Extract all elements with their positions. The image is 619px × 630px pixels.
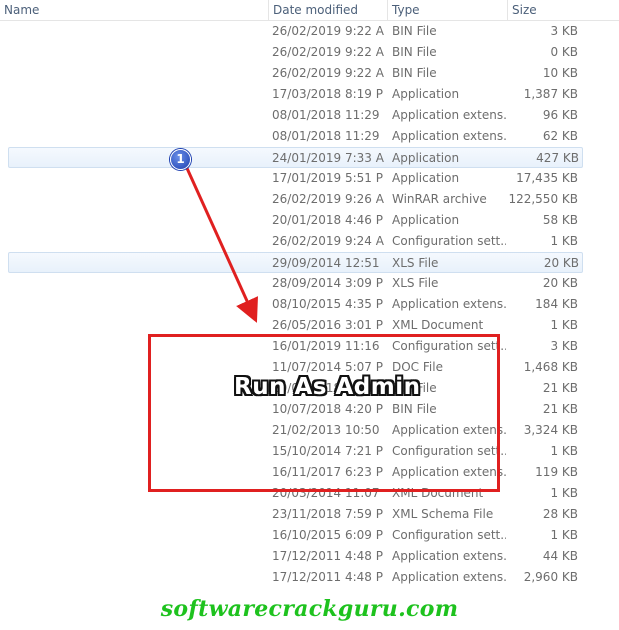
- watermark-text: softwarecrackguru.com: [160, 596, 459, 622]
- highlight-box: [148, 334, 500, 492]
- run-as-admin-callout: Run As Admin: [234, 374, 421, 400]
- step-number-badge: 1: [170, 149, 191, 170]
- pointer-arrow: [184, 165, 258, 323]
